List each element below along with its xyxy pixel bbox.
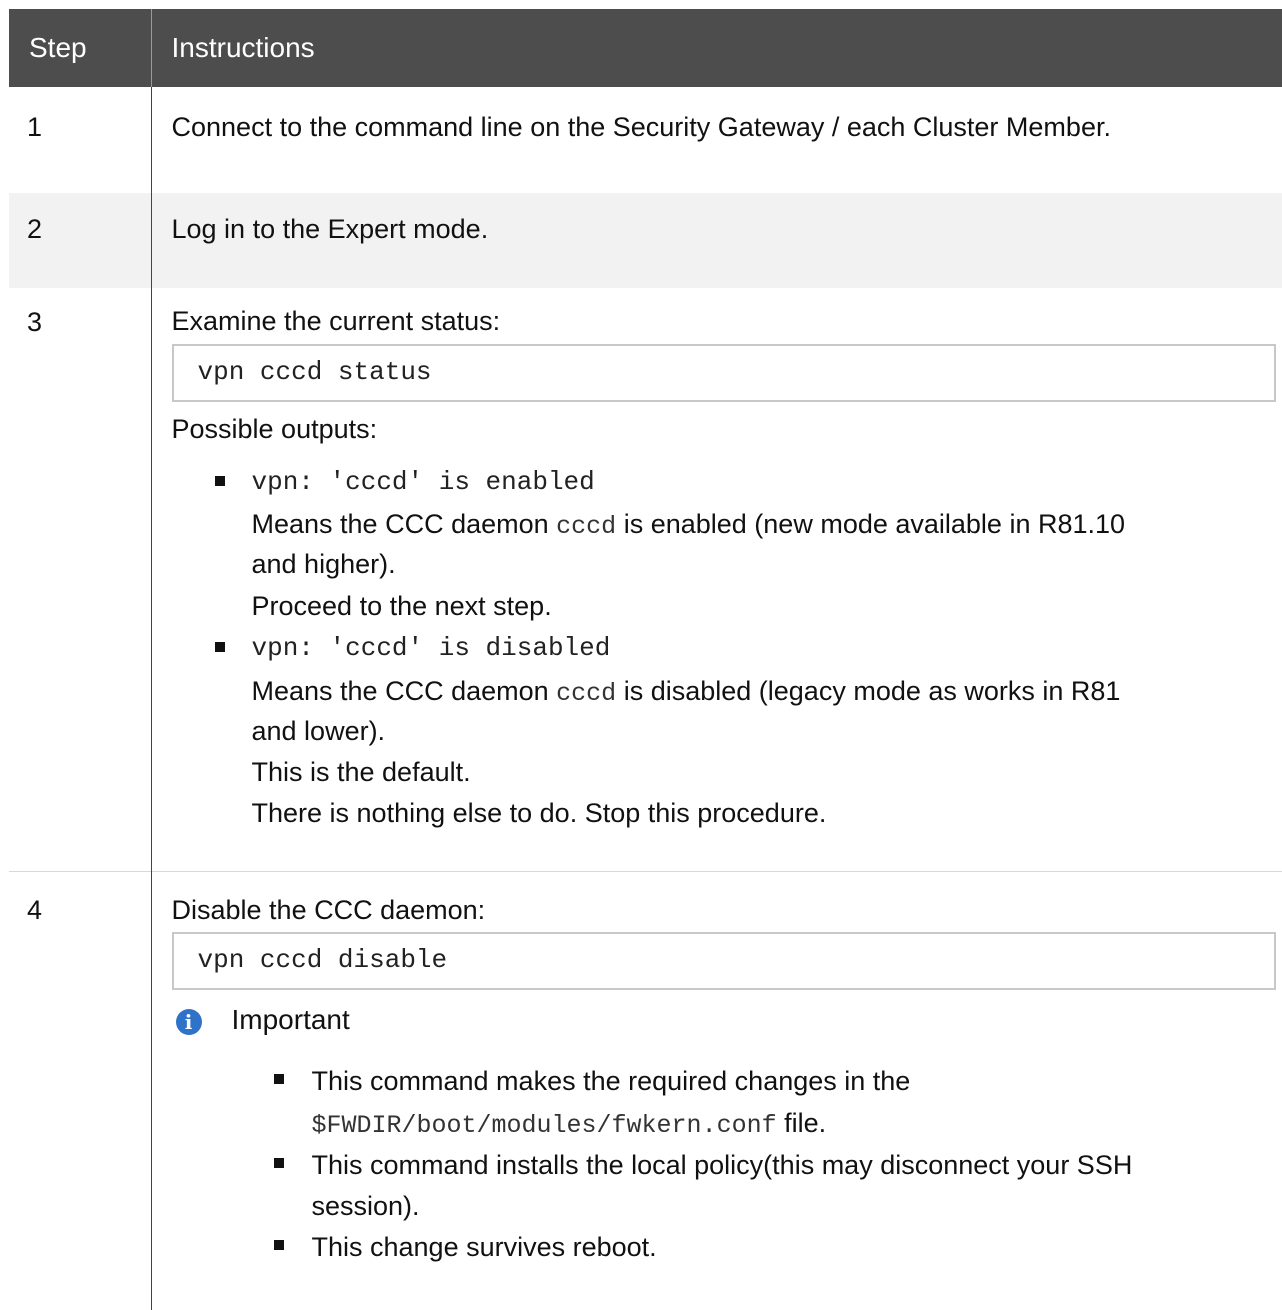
output-extra: There is nothing else to do. Stop this p…: [252, 796, 827, 831]
output-desc-line2: and higher).: [252, 547, 396, 582]
output-code: vpn: 'cccd' is disabled: [252, 632, 611, 666]
step-number: 2: [9, 193, 151, 288]
procedure-table: Step Instructions 1 Connect to the comma…: [9, 9, 1282, 1310]
bullet-square-icon: [274, 1158, 284, 1168]
step-number: 1: [9, 87, 151, 193]
note-line: This command installs the local policy(t…: [312, 1148, 1133, 1183]
command-box: vpn cccd disable: [172, 932, 1276, 990]
output-desc-text: is enabled (new mode available in R81.10: [624, 509, 1125, 539]
step-number: 4: [9, 872, 151, 1310]
step-number: 3: [9, 288, 151, 872]
bullet-square-icon: [215, 476, 225, 486]
step-intro: Disable the CCC daemon:: [172, 893, 486, 928]
note-text: file.: [784, 1108, 826, 1138]
output-desc-text: is disabled (legacy mode as works in R81: [624, 676, 1121, 706]
note-line: $FWDIR/boot/modules/fwkern.conf file.: [312, 1106, 827, 1143]
note-title: Important: [232, 1002, 350, 1038]
outputs-label: Possible outputs:: [172, 412, 378, 447]
note-line: session).: [312, 1189, 420, 1224]
header-instructions: Instructions: [151, 9, 1282, 87]
output-extra: This is the default.: [252, 755, 471, 790]
info-icon: i: [176, 1009, 202, 1035]
table-row: 3 Examine the current status: vpn cccd s…: [9, 288, 1282, 872]
output-desc-text: Means the CCC daemon: [252, 509, 549, 539]
procedure-table-container: Step Instructions 1 Connect to the comma…: [9, 9, 1282, 1229]
inline-code: cccd: [556, 512, 616, 541]
output-desc-line2: and lower).: [252, 714, 386, 749]
table-row: 2 Log in to the Expert mode.: [9, 193, 1282, 288]
bullet-square-icon: [274, 1240, 284, 1250]
bullet-square-icon: [274, 1074, 284, 1084]
step-text: Connect to the command line on the Secur…: [151, 87, 1282, 193]
inline-code: $FWDIR/boot/modules/fwkern.conf: [312, 1111, 777, 1140]
bullet-square-icon: [215, 642, 225, 652]
command-box: vpn cccd status: [172, 344, 1276, 402]
output-desc-text: Means the CCC daemon: [252, 676, 549, 706]
step-intro: Examine the current status:: [172, 304, 501, 339]
step-text: Log in to the Expert mode.: [151, 193, 1282, 288]
output-code: vpn: 'cccd' is enabled: [252, 466, 595, 500]
table-row: 1 Connect to the command line on the Sec…: [9, 87, 1282, 193]
step-content: Examine the current status: vpn cccd sta…: [151, 288, 1282, 872]
step-content: Disable the CCC daemon: vpn cccd disable…: [151, 872, 1282, 1310]
table-header-row: Step Instructions: [9, 9, 1282, 87]
note-line: This command makes the required changes …: [312, 1064, 911, 1099]
header-step: Step: [9, 9, 151, 87]
output-extra: Proceed to the next step.: [252, 589, 552, 624]
inline-code: cccd: [556, 679, 616, 708]
output-description: Means the CCC daemon cccd is enabled (ne…: [252, 507, 1126, 544]
output-description: Means the CCC daemon cccd is disabled (l…: [252, 674, 1121, 711]
table-row: 4 Disable the CCC daemon: vpn cccd disab…: [9, 872, 1282, 1310]
note-line: This change survives reboot.: [312, 1230, 657, 1265]
